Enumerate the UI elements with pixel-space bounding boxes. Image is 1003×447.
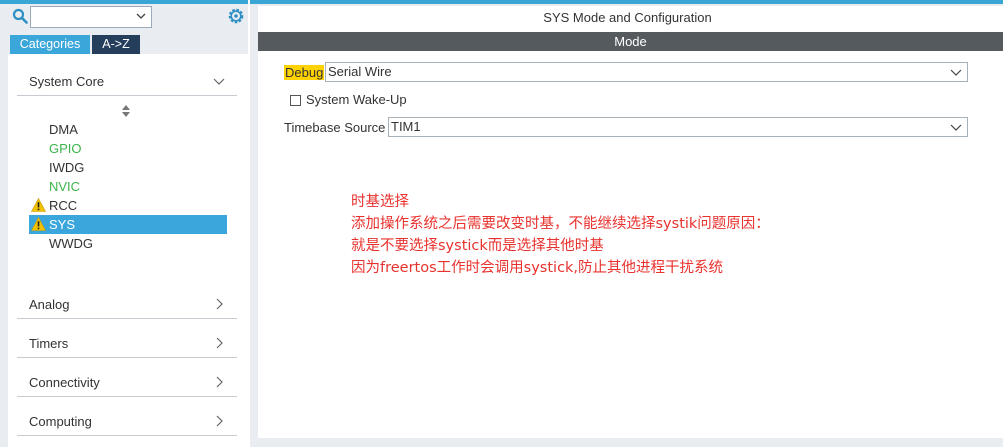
system-wakeup-label: System Wake-Up xyxy=(306,92,407,107)
list-item-label: RCC xyxy=(49,198,78,213)
panel-title: SYS Mode and Configuration xyxy=(543,10,712,25)
right-panel: SYS Mode and Configuration Mode Debug Se… xyxy=(250,0,1003,447)
category-analog[interactable]: Analog xyxy=(17,287,237,319)
chevron-right-icon xyxy=(216,415,223,427)
warning-icon xyxy=(31,217,46,231)
annotation-note: 时基选择 xyxy=(351,194,409,210)
annotation-note: 就是不要选择systick而是选择其他时基 xyxy=(351,238,604,254)
category-label: System Core xyxy=(29,74,105,89)
chevron-right-icon xyxy=(216,298,223,310)
chevron-down-icon xyxy=(950,69,962,76)
category-system-core[interactable]: System Core xyxy=(17,64,237,96)
timebase-source-label: Timebase Source xyxy=(284,120,386,135)
annotation-note: 因为freertos工作时会调用systick,防止其他进程干扰系统 xyxy=(351,260,724,276)
list-item-label: SYS xyxy=(49,217,76,232)
top-accent-strip xyxy=(250,0,1003,4)
category-connectivity[interactable]: Connectivity xyxy=(17,365,237,397)
debug-select-value: Serial Wire xyxy=(328,64,392,79)
system-wakeup-checkbox[interactable] xyxy=(290,95,301,106)
warning-icon xyxy=(31,198,46,212)
chevron-right-icon xyxy=(216,337,223,349)
list-item-iwdg[interactable]: IWDG xyxy=(29,158,227,177)
tab-a-to-z[interactable]: A->Z xyxy=(92,35,140,54)
debug-select[interactable]: Serial Wire xyxy=(325,62,968,82)
search-icon[interactable] xyxy=(12,8,28,24)
category-label: Connectivity xyxy=(29,375,100,390)
chevron-down-icon xyxy=(213,78,225,85)
list-item-label: DMA xyxy=(49,122,78,137)
mode-section-header[interactable]: Mode xyxy=(258,32,1003,51)
sort-icon[interactable] xyxy=(121,104,131,118)
list-item-sys[interactable]: SYS xyxy=(29,215,227,234)
category-list: System Core DMA GPIO IWDG NVIC RCC SYS W… xyxy=(8,54,248,447)
category-label: Analog xyxy=(29,297,70,312)
list-item-label: WWDG xyxy=(49,236,94,251)
chevron-down-icon xyxy=(950,124,962,131)
list-item-label: GPIO xyxy=(49,141,82,156)
left-panel: Categories A->Z System Core DMA GPIO IWD… xyxy=(0,0,248,447)
list-item-gpio[interactable]: GPIO xyxy=(29,139,227,158)
gear-icon[interactable] xyxy=(226,6,246,26)
list-item-nvic[interactable]: NVIC xyxy=(29,177,227,196)
list-item-rcc[interactable]: RCC xyxy=(29,196,227,215)
search-input[interactable] xyxy=(30,6,152,28)
list-item-wwdg[interactable]: WWDG xyxy=(29,234,227,253)
annotation-note: 添加操作系统之后需要改变时基，不能继续选择systik问题原因： xyxy=(351,216,770,232)
category-computing[interactable]: Computing xyxy=(17,404,237,436)
category-label: Timers xyxy=(29,336,69,351)
debug-label: Debug xyxy=(284,65,325,80)
chevron-right-icon xyxy=(216,376,223,388)
timebase-source-value: TIM1 xyxy=(391,119,421,134)
list-item-label: IWDG xyxy=(49,160,85,175)
category-timers[interactable]: Timers xyxy=(17,326,237,358)
list-item-label: NVIC xyxy=(49,179,81,194)
category-label: Computing xyxy=(29,414,92,429)
list-item-dma[interactable]: DMA xyxy=(29,120,227,139)
top-accent-strip xyxy=(0,0,248,4)
mode-configuration-panel: SYS Mode and Configuration Mode Debug Se… xyxy=(258,6,1003,438)
timebase-source-select[interactable]: TIM1 xyxy=(388,117,968,137)
tab-categories[interactable]: Categories xyxy=(10,35,90,54)
chevron-down-icon[interactable] xyxy=(135,10,147,22)
